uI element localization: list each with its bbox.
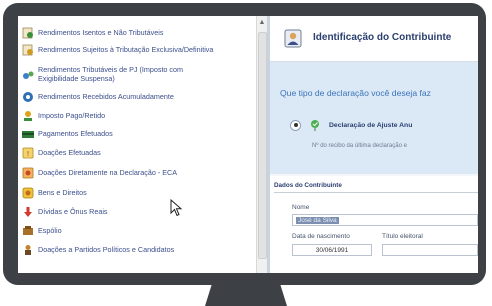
monitor-screen: Rendimentos Isentos e Não Tributáveis Re…	[18, 16, 478, 273]
checkmark-icon	[311, 120, 319, 131]
donations-eca-icon	[22, 167, 34, 179]
mouse-cursor-icon	[170, 199, 183, 217]
assets-icon	[22, 187, 34, 199]
menu-item-debts[interactable]: Dívidas e Ônus Reais	[22, 206, 218, 218]
menu-item-label: Rendimentos Sujeitos à Tributação Exclus…	[38, 44, 214, 54]
main-content: Identificação do Contribuinte Que tipo d…	[270, 16, 478, 273]
menu-item-label: Rendimentos Recebidos Acumuladamente	[38, 91, 174, 101]
declaration-question: Que tipo de declaração você deseja faz	[280, 88, 431, 98]
receipt-label: Nº do recibo da última declaração e	[312, 143, 407, 149]
menu-item-payments[interactable]: Pagamentos Efetuados	[22, 128, 218, 140]
menu-item-label: Doações a Partidos Políticos e Candidato…	[38, 244, 175, 254]
scroll-up-icon[interactable]: ▲	[258, 19, 266, 27]
menu-item-political-donations[interactable]: Doações a Partidos Políticos e Candidato…	[22, 244, 218, 256]
menu-item-assets[interactable]: Bens e Direitos	[22, 187, 218, 199]
menu-item-income-suspended[interactable]: Rendimentos Tributáveis de PJ (Imposto c…	[22, 65, 218, 83]
debts-icon	[22, 206, 34, 218]
menu-scrollbar[interactable]: ▲	[256, 16, 267, 273]
menu-item-tax-paid[interactable]: Imposto Pago/Retido	[22, 110, 218, 122]
income-suspended-icon	[22, 69, 34, 81]
page-title: Identificação do Contribuinte	[313, 32, 452, 43]
menu-item-label: Espólio	[38, 225, 62, 235]
taxpayer-data-section: Dados do Contribuinte Nome José da Silva…	[270, 176, 478, 273]
declaration-option-label: Declaração de Ajuste Anu	[329, 121, 413, 129]
birth-date-label: Data de nascimento	[292, 233, 350, 240]
birth-date-field[interactable]: 30/06/1991	[292, 244, 372, 256]
name-label: Nome	[292, 204, 310, 211]
form-header: Identificação do Contribuinte	[270, 16, 478, 62]
menu-item-label: Bens e Direitos	[38, 187, 87, 197]
political-donations-icon	[22, 244, 34, 256]
navigation-menu: Rendimentos Isentos e Não Tributáveis Re…	[18, 16, 256, 273]
menu-item-label: Dívidas e Ônus Reais	[38, 206, 108, 216]
income-accumulated-icon	[22, 91, 34, 103]
menu-item-label: Pagamentos Efetuados	[38, 128, 113, 138]
menu-item-label: Rendimentos Tributáveis de PJ (Imposto c…	[38, 65, 184, 83]
svg-text:!: !	[27, 150, 30, 158]
menu-item-label: Doações Diretamente na Declaração - ECA	[38, 167, 178, 177]
menu-item-label: Rendimentos Isentos e Não Tributáveis	[38, 27, 164, 37]
donations-icon: !	[22, 147, 34, 159]
menu-item-label: Imposto Pago/Retido	[38, 110, 106, 120]
menu-item-donations-eca[interactable]: Doações Diretamente na Declaração - ECA	[22, 167, 218, 179]
monitor-stand	[205, 285, 287, 306]
voter-id-field[interactable]	[382, 244, 478, 256]
tax-paid-icon	[22, 110, 34, 122]
section-title: Dados do Contribuinte	[274, 182, 342, 189]
menu-item-income-accumulated[interactable]: Rendimentos Recebidos Acumuladamente	[22, 91, 218, 103]
scroll-thumb[interactable]	[258, 32, 267, 259]
menu-item-income-exclusive[interactable]: Rendimentos Sujeitos à Tributação Exclus…	[22, 44, 218, 56]
income-exempt-icon	[22, 27, 34, 39]
menu-item-estate[interactable]: Espólio	[22, 225, 218, 237]
name-field-value: José da Silva	[296, 217, 339, 224]
declaration-option-row[interactable]: Declaração de Ajuste Anu	[290, 119, 412, 131]
estate-icon	[22, 225, 34, 237]
declaration-radio[interactable]	[290, 119, 301, 131]
payments-icon	[22, 128, 34, 140]
contributor-icon	[284, 29, 302, 48]
menu-item-label: Doações Efetuadas	[38, 147, 101, 157]
voter-id-label: Título eleitoral	[382, 233, 423, 240]
monitor-bezel: Rendimentos Isentos e Não Tributáveis Re…	[3, 3, 486, 285]
declaration-type-panel	[270, 62, 478, 174]
menu-item-donations[interactable]: ! Doações Efetuadas	[22, 147, 218, 159]
menu-item-income-exempt[interactable]: Rendimentos Isentos e Não Tributáveis	[22, 27, 218, 39]
income-exclusive-icon	[22, 44, 34, 56]
name-field[interactable]: José da Silva	[292, 214, 478, 226]
section-divider	[274, 192, 478, 193]
